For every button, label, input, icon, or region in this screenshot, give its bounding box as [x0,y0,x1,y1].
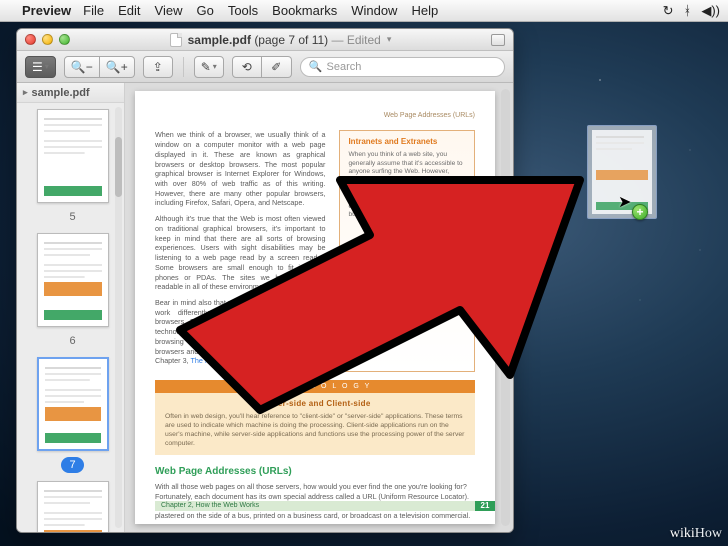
thumbnail-number: 5 [69,211,75,223]
markup-button[interactable]: ✎ ▾ [194,56,224,78]
window-titlebar[interactable]: sample.pdf (page 7 of 11) — Edited ▾ [17,29,513,51]
search-icon: 🔍 [309,60,323,73]
share-button[interactable]: ⇪ [143,56,173,78]
thumbnail-image [37,233,109,327]
menu-edit[interactable]: Edit [118,3,140,18]
sidebar-toggle-button[interactable]: ☰ ▾ [25,56,56,78]
document-page: Web Page Addresses (URLs) When we think … [135,91,495,524]
thumbnail-page-7[interactable]: 7 [25,357,120,473]
toolbar: ☰ ▾ 🔍− 🔍+ ⇪ ✎ ▾ ⟲ ✐ [17,51,513,83]
window-title[interactable]: sample.pdf (page 7 of 11) — Edited ▾ [76,33,485,47]
thumbnail-page-8[interactable]: 8 [25,481,120,532]
running-head: Web Page Addresses (URLs) [155,111,475,120]
thumbnail-page-6[interactable]: 6 [25,233,120,349]
page-footer: Chapter 2, How the Web Works 21 [155,498,495,514]
document-scrollbar[interactable] [501,89,510,526]
share-icon: ⇪ [153,60,163,74]
callout-text: When you think of a web site, you genera… [348,151,466,220]
terminology-title: Server-side and Client-side [165,399,465,410]
chevron-down-icon: ▾ [213,62,217,71]
body-text: Bear in mind also that your web pages ma… [155,298,325,366]
document-area[interactable]: Web Page Addresses (URLs) When we think … [125,83,513,532]
terminology-text: Often in web design, you'll hear referen… [165,413,465,448]
zoom-out-button[interactable]: 🔍− [64,56,100,78]
watermark: wikiHow [670,526,722,542]
thumbnail-number: 6 [69,335,75,347]
rotate-button[interactable]: ⟲ [232,56,262,78]
rotate-icon: ⟲ [242,60,252,74]
window-minimize-button[interactable] [42,34,53,45]
sidebar-filename: sample.pdf [32,87,90,99]
cursor-icon: ➤ [618,192,631,212]
footer-page-number: 21 [475,501,495,512]
annotate-button[interactable]: ✐ [262,56,292,78]
thumbnail-image [37,357,109,451]
window-traffic-lights [25,34,70,45]
preview-window: sample.pdf (page 7 of 11) — Edited ▾ ☰ ▾… [16,28,514,533]
search-input[interactable]: 🔍 Search [300,57,505,77]
status-bluetooth-icon[interactable]: ᚼ [684,3,692,18]
sidebar-header[interactable]: ▸ sample.pdf [17,83,124,103]
section-heading: Web Page Addresses (URLs) [155,465,475,479]
menu-go[interactable]: Go [196,3,213,18]
window-zoom-button[interactable] [59,34,70,45]
menu-file[interactable]: File [83,3,104,18]
window-fullscreen-button[interactable] [491,34,505,46]
sidebar-scrollbar[interactable] [115,107,122,528]
magnifier-minus-icon: 🔍− [71,60,93,74]
main-column: When we think of a browser, we usually t… [155,130,325,372]
sidebar-callout: Intranets and Extranets When you think o… [339,130,475,372]
menu-view[interactable]: View [155,3,183,18]
toolbar-separator [183,57,184,77]
sidebar-icon: ☰ [32,60,43,74]
thumbnail-image [37,109,109,203]
scrollbar-thumb[interactable] [115,137,122,197]
thumbnail-list[interactable]: 5 6 7 8 [17,103,124,532]
terminology-label: T E R M I N O L O G Y [155,380,475,393]
menu-bookmarks[interactable]: Bookmarks [272,3,337,18]
footer-chapter: Chapter 2, How the Web Works [155,501,475,510]
disclosure-icon[interactable]: ▸ [23,87,28,98]
terminology-box: T E R M I N O L O G Y Server-side and Cl… [155,380,475,455]
annotate-icon: ✐ [271,60,281,74]
chevron-down-icon: ▾ [45,62,49,71]
scrollbar-thumb[interactable] [501,219,510,339]
thumbnail-sidebar: ▸ sample.pdf 5 6 7 8 [17,83,125,532]
copy-plus-badge-icon: + [632,204,648,220]
callout-heading: Intranets and Extranets [348,137,466,148]
app-menu[interactable]: Preview [22,3,71,18]
window-close-button[interactable] [25,34,36,45]
thumbnail-image [37,481,109,532]
search-placeholder: Search [327,61,362,73]
title-dropdown-icon[interactable]: ▾ [387,34,392,45]
menu-help[interactable]: Help [411,3,438,18]
body-text: When we think of a browser, we usually t… [155,130,325,208]
window-title-text: sample.pdf (page 7 of 11) — Edited [188,33,381,47]
inline-link: The Nature of Web Design [190,356,275,365]
body-text: Although it's true that the Web is most … [155,214,325,292]
status-volume-icon[interactable]: ◀)) [701,3,720,19]
status-sync-icon[interactable]: ↻ [663,3,674,19]
menu-tools[interactable]: Tools [228,3,258,18]
window-content: ▸ sample.pdf 5 6 7 8 [17,83,513,532]
thumbnail-page-5[interactable]: 5 [25,109,120,225]
thumbnail-number: 7 [61,457,83,473]
menu-window[interactable]: Window [351,3,397,18]
pencil-icon: ✎ [201,60,211,74]
document-icon [170,33,182,47]
menubar: Preview File Edit View Go Tools Bookmark… [0,0,728,22]
magnifier-plus-icon: 🔍+ [106,60,128,74]
zoom-in-button[interactable]: 🔍+ [100,56,135,78]
